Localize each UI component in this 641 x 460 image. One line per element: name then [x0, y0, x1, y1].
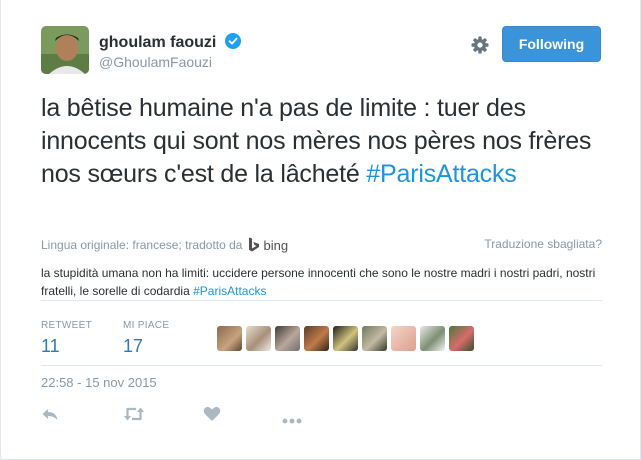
tweet-header: ghoulam faouzi @GhoulamFaouzi Following [41, 26, 611, 76]
user-fullname[interactable]: ghoulam faouzi [99, 33, 241, 54]
liker-avatar[interactable] [333, 326, 358, 351]
liker-avatar[interactable] [420, 326, 445, 351]
tweet-text: la bêtise humaine n'a pas de limite : tu… [41, 92, 626, 191]
translation-box: Lingua originale: francese; tradotto da … [41, 231, 602, 301]
gear-icon[interactable] [470, 35, 490, 55]
liker-avatars [217, 326, 478, 351]
retweet-icon[interactable] [123, 406, 145, 427]
translated-hashtag-link[interactable]: #ParisAttacks [193, 284, 266, 298]
liker-avatar[interactable] [275, 326, 300, 351]
bing-logo: bing [248, 237, 288, 253]
verified-badge-icon [224, 33, 241, 54]
likes-count[interactable]: 17 [123, 336, 169, 357]
tweet-actions [41, 402, 601, 428]
tweet-permalink: ghoulam faouzi @GhoulamFaouzi Following … [0, 0, 641, 460]
translation-meta: Lingua originale: francese; tradotto da … [41, 237, 288, 253]
user-avatar[interactable] [41, 26, 89, 74]
user-handle[interactable]: @GhoulamFaouzi [99, 54, 212, 70]
translation-source-label: Lingua originale: francese; tradotto da [41, 238, 243, 252]
following-button[interactable]: Following [502, 26, 601, 62]
translated-body: la stupidità umana non ha limiti: uccide… [41, 266, 596, 298]
liker-avatar[interactable] [217, 326, 242, 351]
like-heart-icon[interactable] [203, 406, 221, 427]
translation-text: la stupidità umana non ha limiti: uccide… [41, 264, 602, 300]
hashtag-link[interactable]: #ParisAttacks [366, 160, 516, 188]
user-fullname-text[interactable]: ghoulam faouzi [99, 34, 216, 51]
liker-avatar[interactable] [362, 326, 387, 351]
reply-icon[interactable] [41, 406, 59, 427]
retweet-label: RETWEET [41, 320, 92, 331]
bing-icon [249, 237, 260, 252]
liker-avatar[interactable] [246, 326, 271, 351]
tweet-timestamp[interactable]: 22:58 - 15 nov 2015 [41, 375, 157, 390]
likes-label: MI PIACE [123, 320, 170, 331]
more-icon[interactable] [282, 411, 302, 429]
liker-avatar[interactable] [391, 326, 416, 351]
wrong-translation-link[interactable]: Traduzione sbagliata? [484, 237, 602, 251]
liker-avatar[interactable] [449, 326, 474, 351]
liker-avatar[interactable] [304, 326, 329, 351]
bing-label: bing [263, 237, 289, 253]
likes-stat[interactable]: MI PIACE 17 [123, 320, 169, 357]
tweet-stats: RETWEET 11 MI PIACE 17 [41, 314, 602, 366]
retweet-count[interactable]: 11 [41, 336, 92, 357]
retweet-stat[interactable]: RETWEET 11 [41, 320, 92, 357]
